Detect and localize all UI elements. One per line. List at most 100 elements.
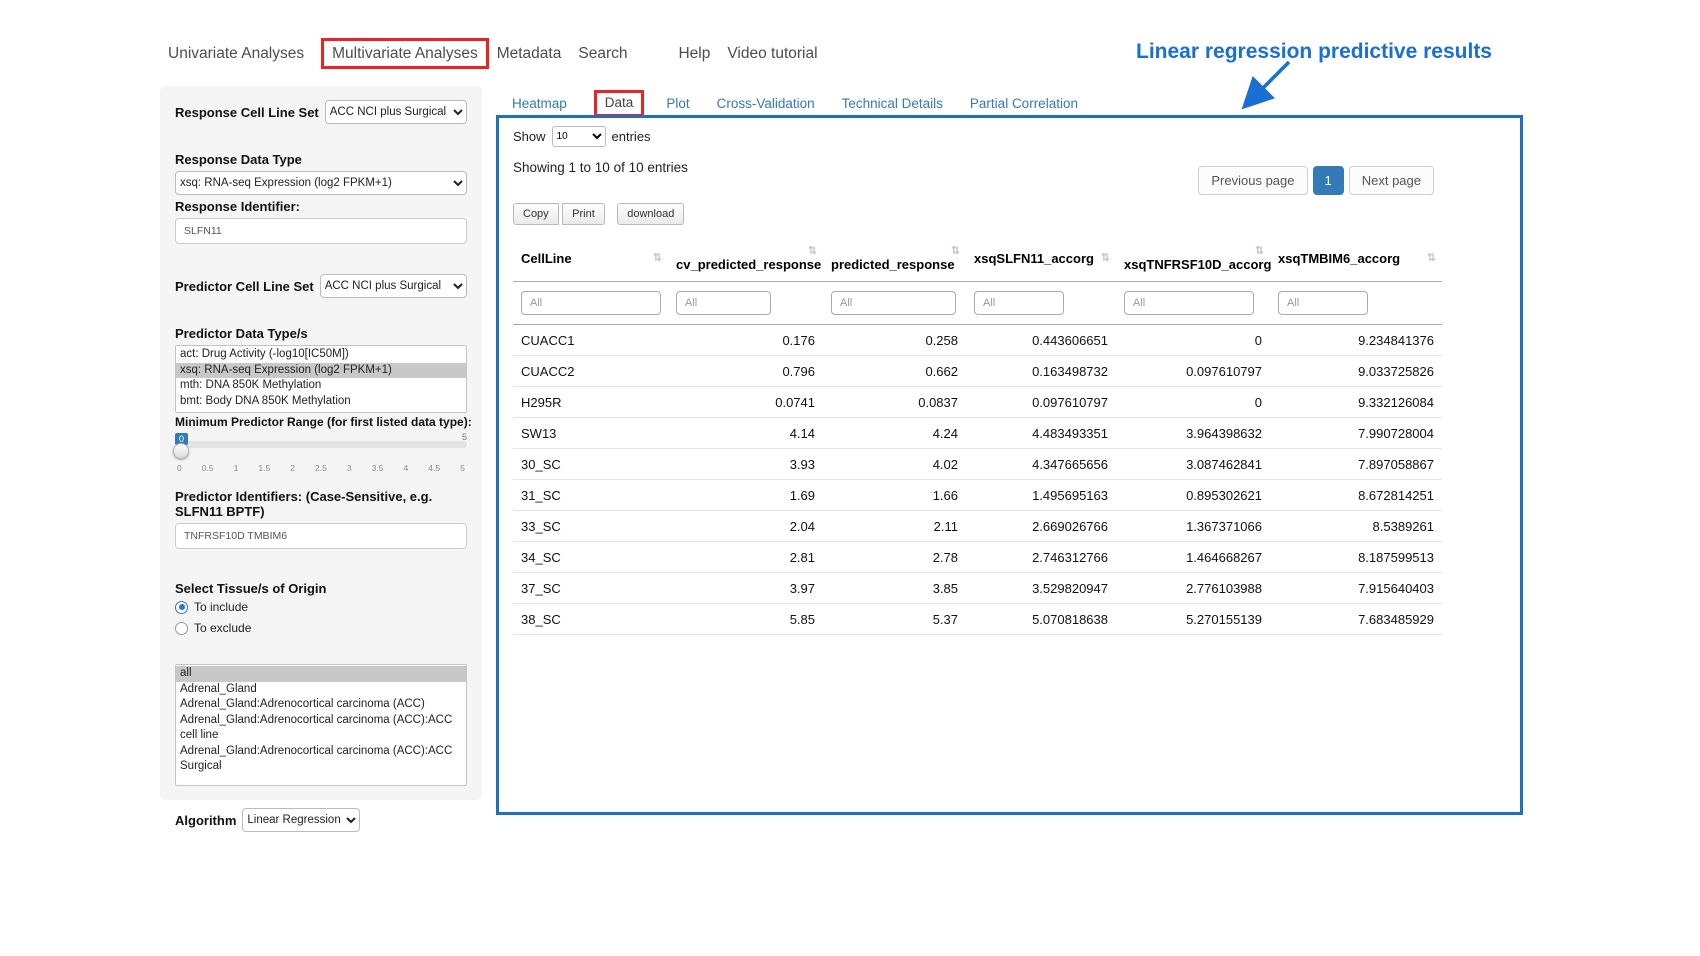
filter-input-xsqslfn11-accorg[interactable] [974,291,1064,315]
column-header-xsqtmbim6-accorg[interactable]: ⇅xsqTMBIM6_accorg [1270,235,1442,282]
predictor-data-types-listbox[interactable]: act: Drug Activity (-log10[IC50M]) xsq: … [175,345,467,413]
value-cell: 0.0741 [668,387,823,418]
slider-handle[interactable] [173,443,189,459]
filter-input-xsqtnfrsf10d-accorg[interactable] [1124,291,1254,315]
response-cell-line-set-select[interactable]: ACC NCI plus Surgical [325,100,467,124]
value-cell: 2.11 [823,511,966,542]
min-predictor-range-slider[interactable]: 0 5 0 0.5 1 1.5 2 2.5 3 3.5 4 4.5 5 [175,433,467,481]
value-cell: 3.93 [668,449,823,480]
filter-row [513,282,1442,325]
table-row: CUACC2 0.796 0.662 0.163498732 0.0976107… [513,356,1442,387]
cell-line-cell: 34_SC [513,542,668,573]
value-cell: 8.672814251 [1270,480,1442,511]
sort-icon[interactable]: ⇅ [951,244,960,257]
tissue-option-selected[interactable]: all [176,666,466,682]
column-header-xsqslfn11-accorg[interactable]: ⇅xsqSLFN11_accorg [966,235,1116,282]
filter-input-cellline[interactable] [521,291,661,315]
field-label: Algorithm [175,813,236,828]
table-row: 30_SC 3.93 4.02 4.347665656 3.087462841 … [513,449,1442,480]
results-table: ⇅ CellLine ⇅cv_predicted_response ⇅predic… [513,235,1442,635]
column-header-xsqtnfrsf10d-accorg[interactable]: ⇅xsqTNFRSF10D_accorg [1116,235,1270,282]
cell-line-cell: 38_SC [513,604,668,635]
sort-icon[interactable]: ⇅ [1427,251,1436,264]
show-label: Show [513,129,546,144]
value-cell: 0.097610797 [1116,356,1270,387]
next-page-button[interactable]: Next page [1349,166,1434,195]
value-cell: 2.81 [668,542,823,573]
column-header-label: CellLine [521,251,572,266]
value-cell: 2.746312766 [966,542,1116,573]
to-include-radio[interactable]: To include [175,600,467,614]
filter-input-xsqtmbim6-accorg[interactable] [1278,291,1368,315]
entries-per-page-select[interactable]: 10 [552,126,606,147]
nav-item-multivariate-analyses[interactable]: Multivariate Analyses [332,45,478,62]
nav-item-video-tutorial[interactable]: Video tutorial [727,45,817,63]
predictor-type-option[interactable]: act: Drug Activity (-log10[IC50M]) [176,347,466,363]
tissue-option[interactable]: Adrenal_Gland:Adrenocortical carcinoma (… [176,713,466,744]
value-cell: 2.669026766 [966,511,1116,542]
predictor-type-option[interactable]: mth: DNA 850K Methylation [176,378,466,394]
value-cell: 0.443606651 [966,325,1116,356]
value-cell: 1.495695163 [966,480,1116,511]
sort-icon[interactable]: ⇅ [808,244,817,257]
page: Univariate Analyses Multivariate Analyse… [0,0,1700,956]
tissue-option[interactable]: Adrenal_Gland:Adrenocortical carcinoma (… [176,697,466,713]
value-cell: 3.087462841 [1116,449,1270,480]
tab-cross-validation[interactable]: Cross-Validation [717,96,815,111]
tissue-option[interactable]: Adrenal_Gland [176,682,466,698]
column-header-label: xsqTNFRSF10D_accorg [1124,257,1271,272]
tab-partial-correlation[interactable]: Partial Correlation [970,96,1078,111]
sort-icon[interactable]: ⇅ [1101,251,1110,264]
copy-button[interactable]: Copy [513,203,559,225]
sort-icon[interactable]: ⇅ [1255,244,1264,257]
table-row: 38_SC 5.85 5.37 5.070818638 5.270155139 … [513,604,1442,635]
column-header-cv-predicted-response[interactable]: ⇅cv_predicted_response [668,235,823,282]
sort-icon[interactable]: ⇅ [653,251,662,264]
cell-line-cell: CUACC2 [513,356,668,387]
page-number-button[interactable]: 1 [1313,166,1344,195]
tissue-origin-radios: To include To exclude [175,600,467,635]
column-header-cellline[interactable]: ⇅ CellLine [513,235,668,282]
value-cell: 0.895302621 [1116,480,1270,511]
value-cell: 5.85 [668,604,823,635]
predictor-cell-line-set-select[interactable]: ACC NCI plus Surgical [320,274,467,298]
tab-plot[interactable]: Plot [666,96,689,111]
predictor-identifiers-label: Predictor Identifiers: (Case-Sensitive, … [175,489,467,519]
table-row: CUACC1 0.176 0.258 0.443606651 0 9.23484… [513,325,1442,356]
predictor-type-option[interactable]: bmt: Body DNA 850K Methylation [176,394,466,410]
print-button[interactable]: Print [562,203,605,225]
filter-cell [668,282,823,325]
value-cell: 2.04 [668,511,823,542]
nav-item-help[interactable]: Help [678,45,710,63]
nav-item-metadata[interactable]: Metadata [497,45,562,63]
tab-data[interactable]: Data [605,95,634,110]
value-cell: 0.097610797 [966,387,1116,418]
predictor-identifiers-input[interactable] [175,523,467,549]
nav-item-search[interactable]: Search [578,45,627,63]
tissue-option[interactable]: Adrenal_Gland:Adrenocortical carcinoma (… [176,744,466,775]
previous-page-button[interactable]: Previous page [1198,166,1307,195]
value-cell: 0.163498732 [966,356,1116,387]
response-identifier-input[interactable] [175,218,467,244]
response-identifier-label: Response Identifier: [175,199,467,214]
tissue-listbox[interactable]: all Adrenal_Gland Adrenal_Gland:Adrenoco… [175,664,467,786]
radio-unchecked-icon [175,622,188,635]
filter-input-predicted-response[interactable] [831,291,956,315]
cell-line-cell: H295R [513,387,668,418]
annotation-title: Linear regression predictive results [1136,40,1492,64]
tab-technical-details[interactable]: Technical Details [842,96,943,111]
slider-track[interactable] [175,441,467,448]
tab-heatmap[interactable]: Heatmap [512,96,567,111]
filter-input-cv-predicted-response[interactable] [676,291,771,315]
to-exclude-radio[interactable]: To exclude [175,621,467,635]
cell-line-cell: 31_SC [513,480,668,511]
column-header-predicted-response[interactable]: ⇅predicted_response [823,235,966,282]
algorithm-select[interactable]: Linear Regression [242,808,360,832]
entries-control: Show 10 entries [513,126,1506,147]
predictor-type-option-selected[interactable]: xsq: RNA-seq Expression (log2 FPKM+1) [176,363,466,379]
predictor-cell-line-set-field: Predictor Cell Line Set ACC NCI plus Sur… [175,274,467,298]
value-cell: 9.234841376 [1270,325,1442,356]
nav-item-univariate-analyses[interactable]: Univariate Analyses [168,45,304,63]
download-button[interactable]: download [617,203,684,225]
response-data-type-select[interactable]: xsq: RNA-seq Expression (log2 FPKM+1) [175,171,467,195]
